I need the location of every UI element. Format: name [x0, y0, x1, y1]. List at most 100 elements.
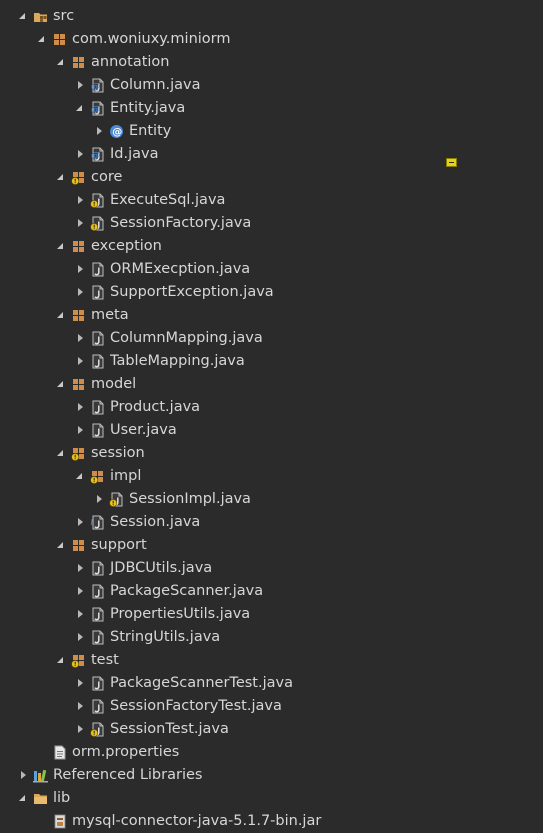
tree-row[interactable]: support [0, 534, 543, 557]
collapse-toggle-icon[interactable] [56, 51, 68, 74]
collapse-toggle-icon[interactable] [56, 235, 68, 258]
tree-row[interactable]: test [0, 649, 543, 672]
tree-row[interactable]: @ Column.java [0, 74, 543, 97]
tree-row[interactable]: com.woniuxy.miniorm [0, 28, 543, 51]
java-file-icon [90, 285, 105, 300]
expand-toggle-icon[interactable] [75, 603, 87, 626]
tree-row[interactable]: annotation [0, 51, 543, 74]
collapse-toggle-icon[interactable] [56, 166, 68, 189]
java-file-icon [90, 584, 105, 599]
tree-row[interactable]: impl [0, 465, 543, 488]
tree-item-label: PropertiesUtils.java [110, 606, 251, 622]
collapse-toggle-icon[interactable] [75, 97, 87, 120]
tree-row[interactable]: PackageScanner.java [0, 580, 543, 603]
tree-row[interactable]: I Session.java [0, 511, 543, 534]
collapse-toggle-icon[interactable] [56, 304, 68, 327]
expand-toggle-icon[interactable] [75, 350, 87, 373]
tree-row[interactable]: @ Entity.java [0, 97, 543, 120]
expand-toggle-icon[interactable] [75, 327, 87, 350]
expand-toggle-icon[interactable] [94, 120, 106, 143]
tree-item-label: model [91, 376, 137, 392]
tree-row[interactable]: TableMapping.java [0, 350, 543, 373]
collapse-toggle-icon[interactable] [56, 534, 68, 557]
tree-row[interactable]: model [0, 373, 543, 396]
tree-row[interactable]: meta [0, 304, 543, 327]
tree-row[interactable]: JDBCUtils.java [0, 557, 543, 580]
tree-row[interactable]: PackageScannerTest.java [0, 672, 543, 695]
expand-toggle-icon[interactable] [75, 557, 87, 580]
tree-row[interactable]: mysql-connector-java-5.1.7-bin.jar [0, 810, 543, 833]
tree-item-label: User.java [110, 422, 177, 438]
java-file-icon [90, 423, 105, 438]
tree-item-label: Id.java [110, 146, 159, 162]
expand-toggle-icon[interactable] [75, 189, 87, 212]
java-file-icon [90, 676, 105, 691]
expand-toggle-icon[interactable] [75, 419, 87, 442]
expand-toggle-icon[interactable] [75, 695, 87, 718]
svg-text:@: @ [91, 82, 100, 92]
expand-toggle-icon[interactable] [75, 258, 87, 281]
tree-row[interactable]: lib [0, 787, 543, 810]
expand-toggle-icon[interactable] [75, 580, 87, 603]
tree-row[interactable]: User.java [0, 419, 543, 442]
collapse-toggle-icon[interactable] [18, 787, 30, 810]
expand-toggle-icon[interactable] [75, 718, 87, 741]
tree-row[interactable]: ColumnMapping.java [0, 327, 543, 350]
tree-row[interactable]: SessionImpl.java [0, 488, 543, 511]
tree-item-label: ORMExecption.java [110, 261, 251, 277]
tree-item-label: StringUtils.java [110, 629, 221, 645]
expand-toggle-icon[interactable] [75, 626, 87, 649]
project-explorer-tree: src com.woniuxy.miniorm annotation @ Column.… [0, 0, 543, 832]
tree-item-label: Product.java [110, 399, 201, 415]
collapse-toggle-icon[interactable] [37, 28, 49, 51]
tree-row[interactable]: PropertiesUtils.java [0, 603, 543, 626]
tree-item-label: SessionFactoryTest.java [110, 698, 282, 714]
package-warning-icon [71, 446, 86, 461]
tree-row[interactable]: ORMExecption.java [0, 258, 543, 281]
package-icon [71, 538, 86, 553]
tree-row[interactable]: session [0, 442, 543, 465]
tree-row[interactable]: @ Entity [0, 120, 543, 143]
tree-item-label: SessionFactory.java [110, 215, 252, 231]
properties-file-icon [52, 745, 67, 760]
collapse-toggle-icon[interactable] [56, 442, 68, 465]
tree-item-label: core [91, 169, 123, 185]
warning-marker-icon[interactable] [446, 158, 457, 167]
tree-item-label: SessionTest.java [110, 721, 229, 737]
tree-row[interactable]: SupportException.java [0, 281, 543, 304]
tree-row[interactable]: Referenced Libraries [0, 764, 543, 787]
expand-toggle-icon[interactable] [18, 764, 30, 787]
tree-row[interactable]: exception [0, 235, 543, 258]
collapse-toggle-icon[interactable] [18, 5, 30, 28]
package-icon [71, 377, 86, 392]
tree-row[interactable]: core [0, 166, 543, 189]
tree-row[interactable]: @ Id.java [0, 143, 543, 166]
tree-item-label: ExecuteSql.java [110, 192, 226, 208]
tree-item-label: Column.java [110, 77, 201, 93]
tree-item-label: lib [53, 790, 71, 806]
collapse-toggle-icon[interactable] [56, 649, 68, 672]
package-icon [71, 55, 86, 70]
tree-row[interactable]: SessionTest.java [0, 718, 543, 741]
expand-toggle-icon[interactable] [75, 281, 87, 304]
tree-row[interactable]: SessionFactory.java [0, 212, 543, 235]
expand-toggle-icon[interactable] [75, 396, 87, 419]
tree-item-label: ColumnMapping.java [110, 330, 263, 346]
expand-toggle-icon[interactable] [94, 488, 106, 511]
expand-toggle-icon[interactable] [75, 74, 87, 97]
expand-toggle-icon[interactable] [75, 212, 87, 235]
tree-row[interactable]: ExecuteSql.java [0, 189, 543, 212]
tree-row[interactable]: StringUtils.java [0, 626, 543, 649]
tree-row[interactable]: src [0, 5, 543, 28]
expand-toggle-icon[interactable] [75, 511, 87, 534]
expand-toggle-icon[interactable] [75, 143, 87, 166]
tree-row[interactable]: orm.properties [0, 741, 543, 764]
clipped-row-above [0, 0, 300, 3]
tree-row[interactable]: Product.java [0, 396, 543, 419]
expand-toggle-icon[interactable] [75, 672, 87, 695]
tree-row[interactable]: SessionFactoryTest.java [0, 695, 543, 718]
collapse-toggle-icon[interactable] [56, 373, 68, 396]
collapse-toggle-icon[interactable] [75, 465, 87, 488]
java-file-icon [90, 262, 105, 277]
tree-item-label: Session.java [110, 514, 201, 530]
